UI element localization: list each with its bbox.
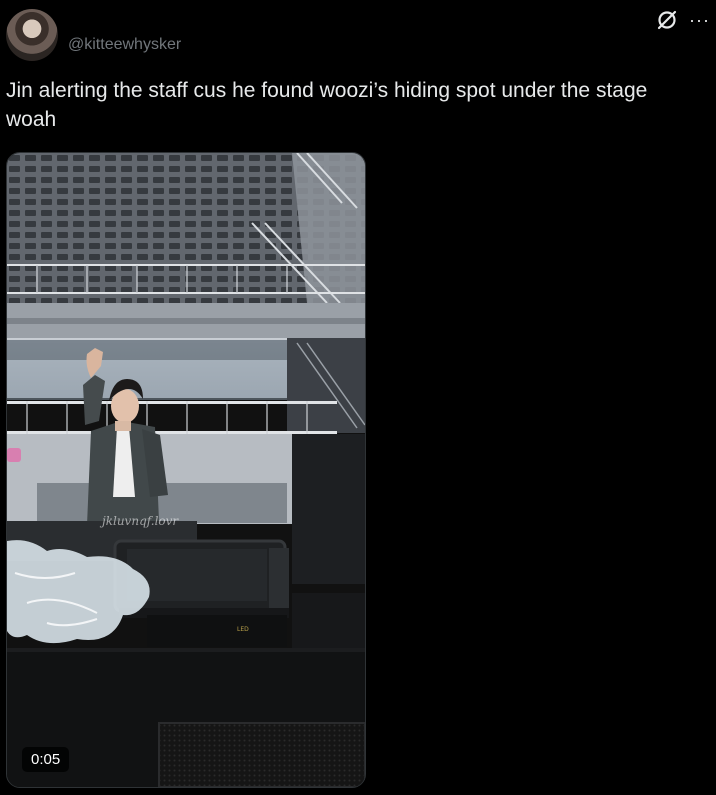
post: @kitteewhysker ··· Jin alerting the staf…: [0, 0, 716, 795]
video-player[interactable]: jkluvnqf.lovr LED 0:05: [6, 152, 366, 788]
fixture-label: LED: [237, 626, 249, 633]
watermark: jkluvnqf.lovr: [99, 514, 179, 528]
more-horizontal-icon[interactable]: ···: [689, 10, 710, 31]
video-duration: 0:05: [22, 747, 70, 772]
post-actions: ···: [655, 8, 710, 32]
video-frame: jkluvnqf.lovr LED: [7, 153, 365, 787]
speaker-grille: [158, 722, 365, 787]
author-handle[interactable]: @kitteewhysker: [68, 36, 181, 54]
sign-marker: [7, 448, 21, 462]
avatar[interactable]: [6, 9, 58, 61]
grok-slash-icon[interactable]: [655, 8, 679, 32]
post-text: Jin alerting the staff cus he found wooz…: [6, 79, 648, 131]
